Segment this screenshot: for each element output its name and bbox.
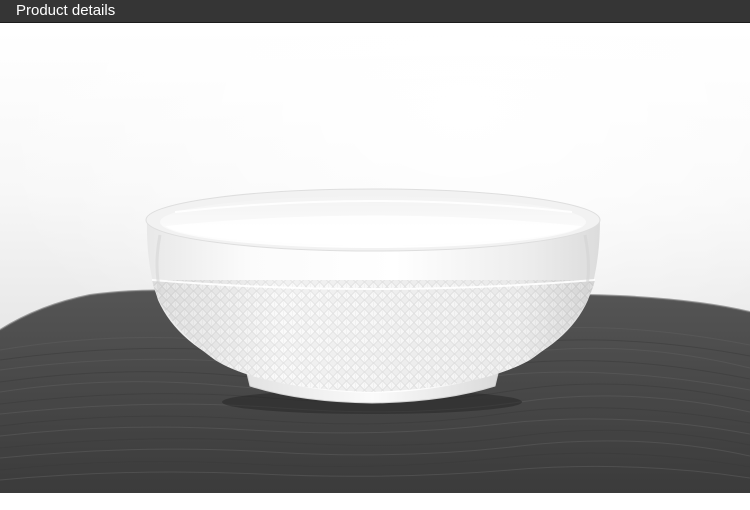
section-title: Product details: [16, 2, 116, 19]
section-header-bar: Product details: [0, 0, 750, 23]
product-details-page: Product details: [0, 0, 750, 510]
product-photo: [0, 30, 750, 493]
